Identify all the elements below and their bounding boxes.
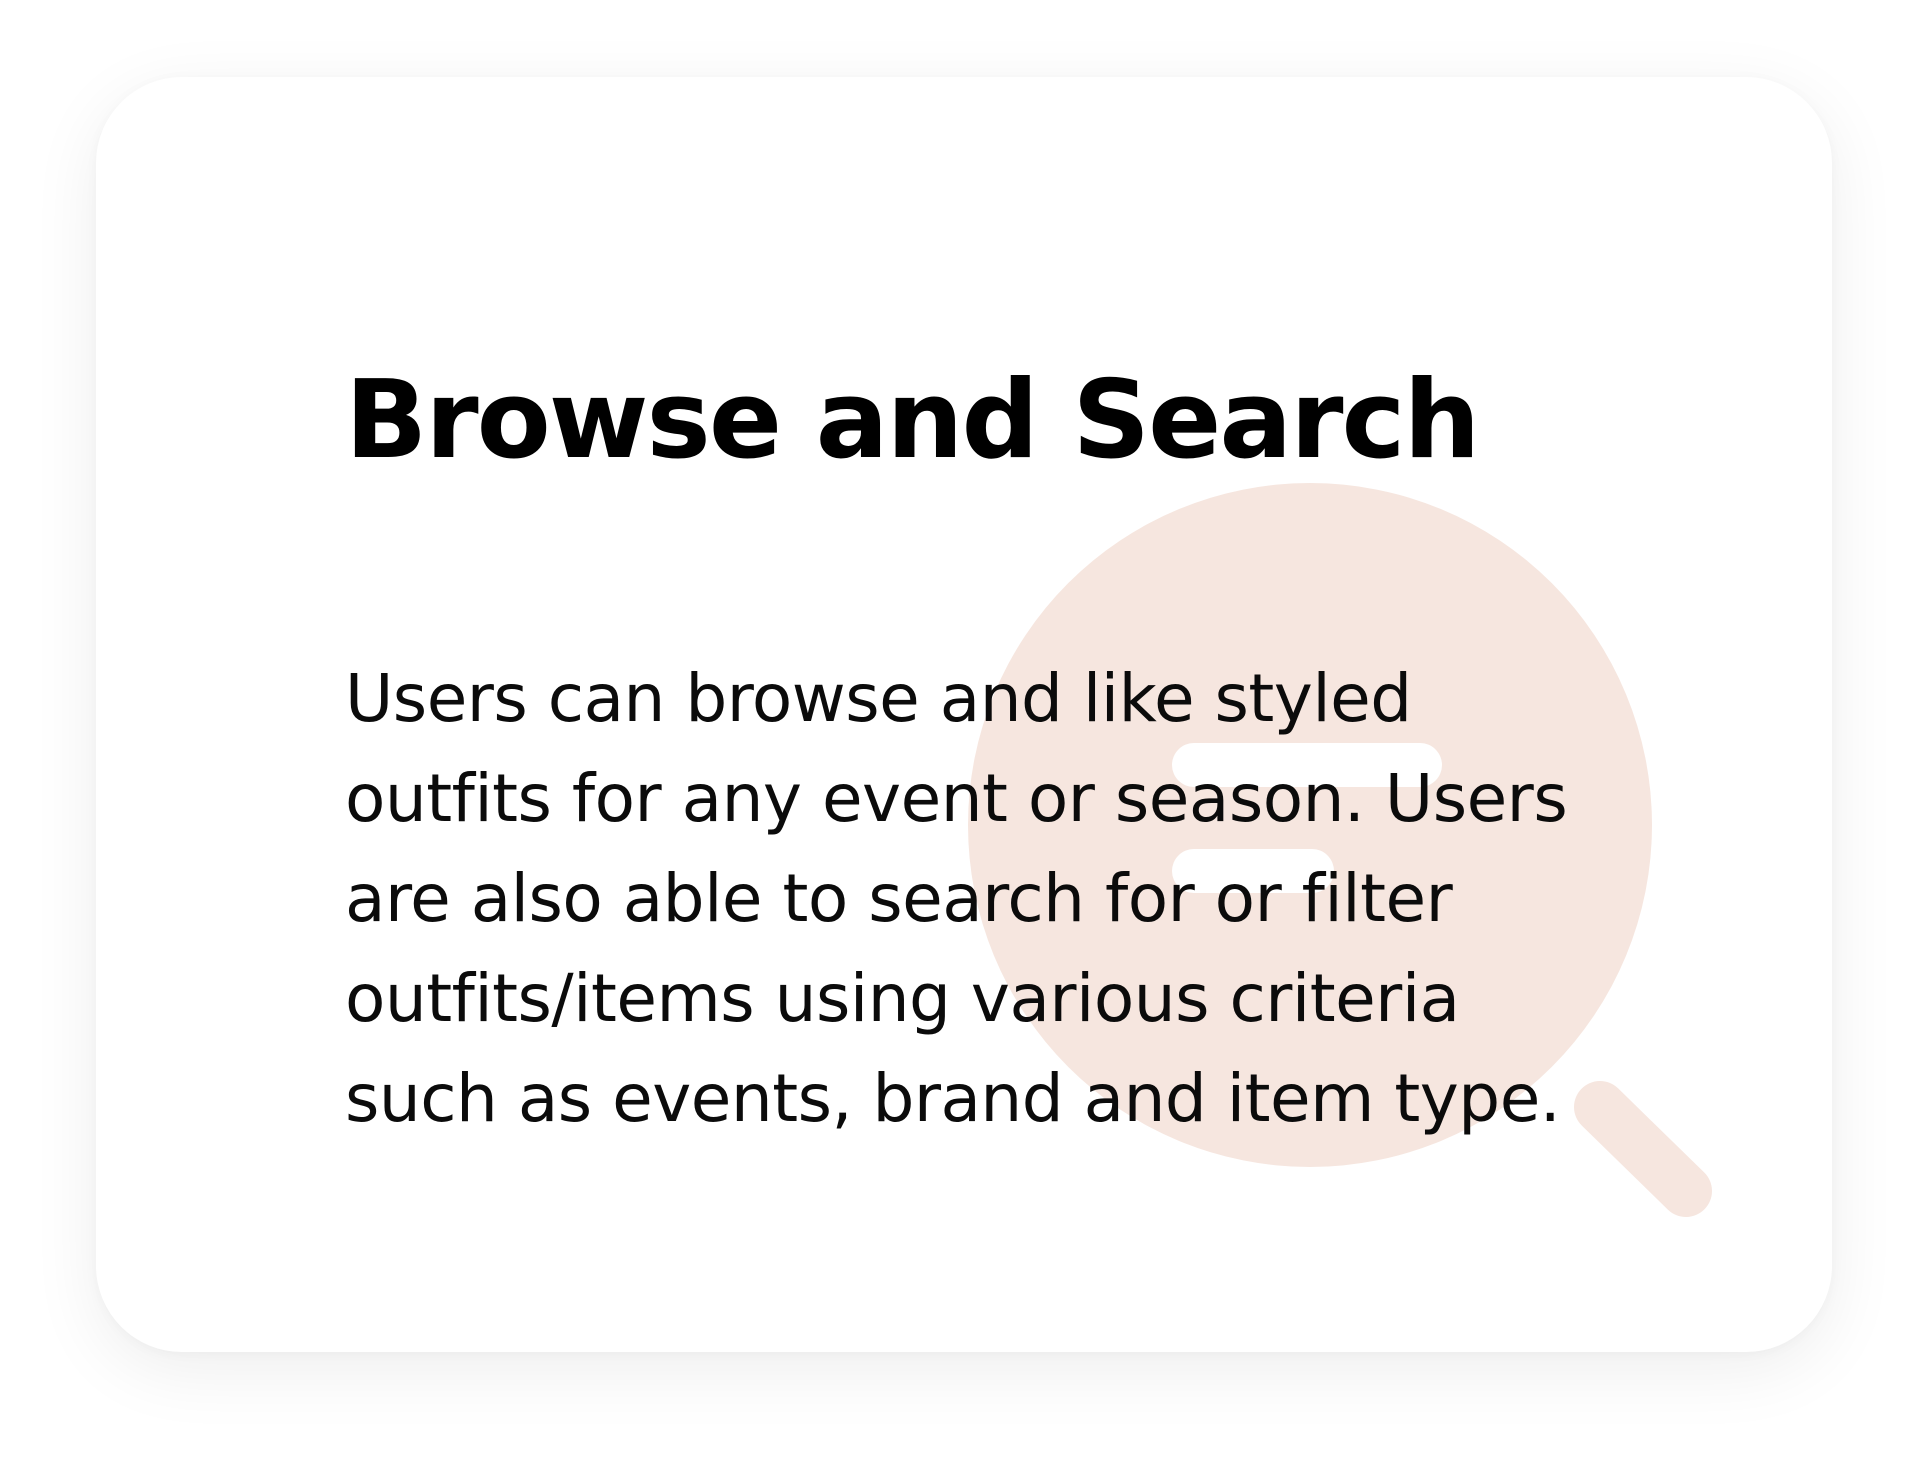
- card-description: Users can browse and like styled outfits…: [345, 660, 1568, 1137]
- magnifier-handle: [1574, 1081, 1712, 1217]
- page: Browse and Search Users can browse and l…: [0, 0, 1920, 1461]
- card-title: Browse and Search: [345, 358, 1480, 483]
- feature-card: Browse and Search Users can browse and l…: [96, 77, 1832, 1352]
